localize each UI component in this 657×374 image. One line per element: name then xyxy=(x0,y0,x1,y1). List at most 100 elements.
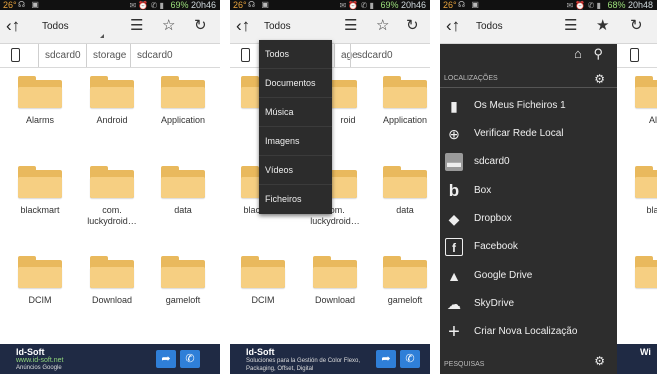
folder-icon xyxy=(635,256,657,288)
folder-icon xyxy=(161,256,205,288)
drawer-item-box[interactable]: b Box xyxy=(440,177,617,205)
filter-dropdown-menu: Todos Documentos Música Imagens Vídeos F… xyxy=(259,40,332,214)
panel-1: 26° ☊ ▣ ✉ ⏰ ✆ ▮ 69% 20h46 ‹↑ Todos ☰ ☆ ↻… xyxy=(0,0,220,374)
share-arrow-icon[interactable]: ➦ xyxy=(376,350,396,368)
action-bar: ‹↑ Todos ☰ ☆ ↻ xyxy=(230,10,430,44)
phone-icon[interactable]: ✆ xyxy=(180,350,200,368)
list-view-icon[interactable]: ☰ xyxy=(130,16,143,34)
home-icon[interactable]: ⌂ xyxy=(574,46,582,61)
star-filled-icon[interactable]: ★ xyxy=(596,16,609,34)
action-bar: ‹↑ Todos ☰ ★ ↻ xyxy=(440,10,657,44)
search-icon[interactable]: ⚲ xyxy=(593,46,603,61)
device-icon[interactable] xyxy=(241,48,250,62)
folder-label: gameloft xyxy=(387,295,423,305)
status-bar: 26° ☊ ▣ ✉ ⏰ ✆ ▮ 69% 20h46 xyxy=(0,0,220,10)
crumb-storage[interactable]: storage xyxy=(86,44,132,67)
up-arrow-icon[interactable]: ‹↑ xyxy=(6,16,20,36)
refresh-icon[interactable]: ↻ xyxy=(630,16,643,34)
drawer-item-sdcard0[interactable]: ▬ sdcard0 xyxy=(440,148,617,176)
refresh-icon[interactable]: ↻ xyxy=(194,16,207,34)
phone-icon[interactable]: ✆ xyxy=(400,350,420,368)
crumb-sdcard0-root[interactable]: sdcard0 xyxy=(38,44,87,67)
path-bar: sdcard0 storage sdcard0 xyxy=(0,44,220,68)
menu-item-documentos[interactable]: Documentos xyxy=(259,69,332,98)
star-icon[interactable]: ☆ xyxy=(162,16,175,34)
action-bar: ‹↑ Todos ☰ ☆ ↻ xyxy=(0,10,220,44)
folder-icon xyxy=(90,256,134,288)
gear-icon[interactable]: ⚙ xyxy=(594,70,605,88)
drawer-item-label: sdcard0 xyxy=(474,156,510,167)
ad-banner[interactable]: Id-Soft Soluciones para la Gestión de Co… xyxy=(230,344,430,374)
battery-level: 68% xyxy=(607,0,626,10)
drawer-item-scan-network[interactable]: ⊕ Verificar Rede Local xyxy=(440,120,617,148)
share-arrow-icon[interactable]: ➦ xyxy=(156,350,176,368)
list-view-icon[interactable]: ☰ xyxy=(564,16,577,34)
device-icon[interactable] xyxy=(630,48,639,62)
signal-icons: ✉ ⏰ ✆ ▮ xyxy=(129,1,164,10)
folder-icon xyxy=(90,76,134,108)
menu-item-musica[interactable]: Música xyxy=(259,98,332,127)
filter-title[interactable]: Todos xyxy=(476,21,503,32)
folder-label: DCIM xyxy=(28,295,52,305)
temperature: 26° xyxy=(443,0,457,10)
drawer-top-icons: ⌂ ⚲ xyxy=(574,46,603,62)
box-icon: b xyxy=(448,181,460,200)
up-arrow-icon[interactable]: ‹↑ xyxy=(236,16,250,36)
drawer-item-my-files[interactable]: ▮ Os Meus Ficheiros 1 xyxy=(440,92,617,120)
folder-label: Application xyxy=(160,115,206,125)
folder-item[interactable]: data xyxy=(148,166,218,216)
folder-label: Application xyxy=(382,115,428,125)
list-view-icon[interactable]: ☰ xyxy=(344,16,357,34)
folder-label: blackmart xyxy=(20,205,60,215)
folder-item[interactable]: blackmart xyxy=(5,166,75,216)
filter-title[interactable]: Todos xyxy=(264,21,291,32)
drawer-item-dropbox[interactable]: ◆ Dropbox xyxy=(440,205,617,233)
folder-icon xyxy=(18,256,62,288)
menu-item-videos[interactable]: Vídeos xyxy=(259,156,332,185)
folder-item[interactable]: Application xyxy=(370,76,430,126)
folder-item[interactable]: Alarms xyxy=(5,76,75,126)
battery-level: 69% xyxy=(170,0,189,10)
folder-label: DCIM xyxy=(251,295,275,305)
folder-item[interactable]: gameloft xyxy=(370,256,430,306)
gear-icon[interactable]: ⚙ xyxy=(594,352,605,370)
up-arrow-icon[interactable]: ‹↑ xyxy=(446,16,460,36)
drawer-item-label: Os Meus Ficheiros 1 xyxy=(474,100,566,111)
folder-item[interactable]: Download xyxy=(77,256,147,306)
folder-item[interactable]: Alar xyxy=(622,76,657,126)
folder-icon xyxy=(635,76,657,108)
folder-item[interactable]: DCIM xyxy=(5,256,75,306)
menu-item-imagens[interactable]: Imagens xyxy=(259,127,332,156)
crumb-sdcard0[interactable]: sdcard0 xyxy=(350,44,399,67)
status-bar: 26° ☊ ▣ ✉ ⏰ ✆ ▮ 68% 20h48 xyxy=(440,0,657,10)
ad-banner[interactable]: Id-Soft www.id-soft.net Anúncios Google … xyxy=(0,344,220,374)
drawer-item-google-drive[interactable]: ▲ Google Drive xyxy=(440,262,617,290)
facebook-icon: f xyxy=(445,238,463,256)
folder-label: Download xyxy=(91,295,133,305)
crumb-sdcard0[interactable]: sdcard0 xyxy=(130,44,179,67)
folder-item[interactable] xyxy=(622,256,657,288)
drawer-item-new-location[interactable]: + Criar Nova Localização xyxy=(440,318,617,346)
menu-item-todos[interactable]: Todos xyxy=(259,40,332,69)
folder-item[interactable]: DCIM xyxy=(230,256,298,306)
folder-icon xyxy=(241,256,285,288)
filter-title[interactable]: Todos xyxy=(42,21,69,32)
folder-item[interactable]: Application xyxy=(148,76,218,126)
folder-item[interactable]: Android xyxy=(77,76,147,126)
folder-label: Alarms xyxy=(25,115,54,125)
folder-item[interactable]: black xyxy=(622,166,657,216)
refresh-icon[interactable]: ↻ xyxy=(406,16,419,34)
menu-item-ficheiros[interactable]: Ficheiros xyxy=(259,185,332,214)
star-icon[interactable]: ☆ xyxy=(376,16,389,34)
section-header-searches: PESQUISAS ⚙ xyxy=(440,354,617,374)
device-icon[interactable] xyxy=(11,48,20,62)
drawer-item-skydrive[interactable]: ☁ SkyDrive xyxy=(440,290,617,318)
folder-item[interactable]: com. luckydroid… xyxy=(77,166,147,227)
drawer-item-label: SkyDrive xyxy=(474,298,515,309)
drawer-item-facebook[interactable]: f Facebook xyxy=(440,233,617,261)
folder-item[interactable]: Download xyxy=(300,256,370,306)
folder-label: com. luckydroid… xyxy=(87,205,137,226)
folder-item[interactable]: data xyxy=(370,166,430,216)
notification-icons: ☊ ▣ xyxy=(248,0,271,9)
folder-item[interactable]: gameloft xyxy=(148,256,218,306)
